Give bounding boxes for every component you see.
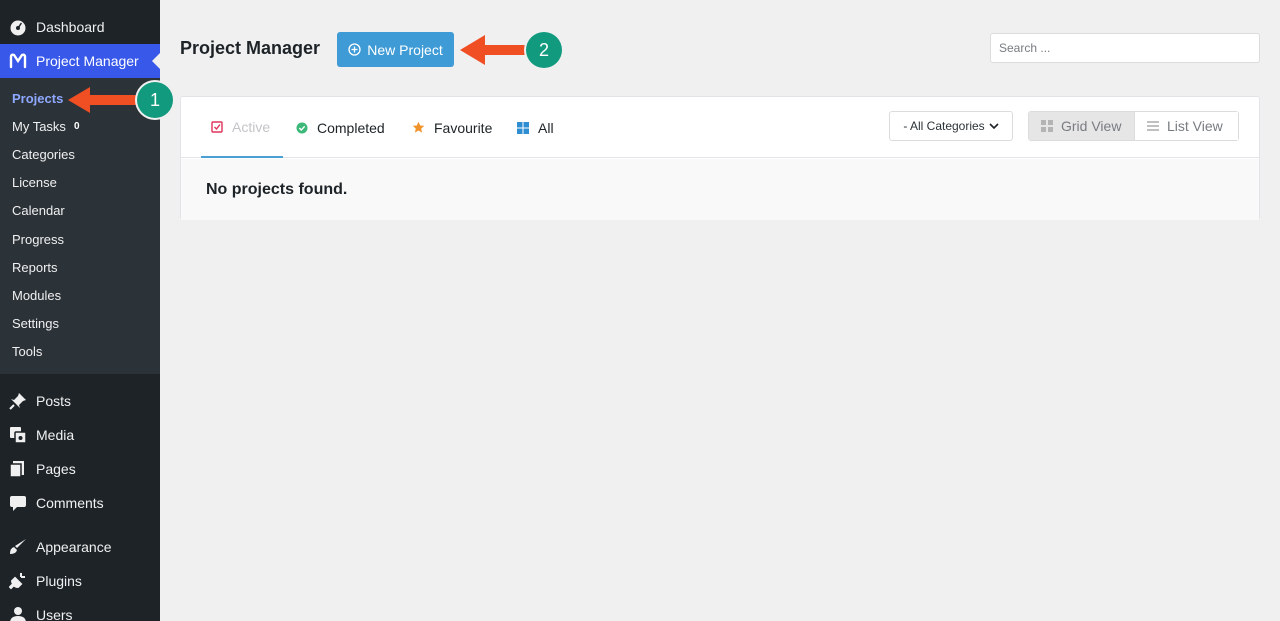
tab-favourite[interactable]: Favourite — [412, 97, 492, 158]
menu-posts[interactable]: Posts — [0, 384, 160, 418]
brush-icon — [8, 537, 28, 557]
category-select[interactable]: - All Categories — [889, 111, 1013, 141]
search-input[interactable] — [990, 33, 1260, 63]
comment-icon — [8, 493, 28, 513]
submenu-progress[interactable]: Progress — [0, 225, 160, 253]
view-toggle: Grid View List View — [1028, 111, 1239, 141]
list-view-label: List View — [1166, 118, 1223, 134]
submenu-my-tasks[interactable]: My Tasks 0 — [0, 112, 160, 140]
chevron-down-icon — [989, 122, 999, 130]
list-view-icon — [1146, 121, 1159, 131]
submenu-progress-label: Progress — [12, 231, 65, 247]
empty-state-message: No projects found. — [181, 159, 1259, 220]
menu-comments-label: Comments — [36, 494, 104, 511]
menu-comments[interactable]: Comments — [0, 486, 160, 520]
submenu-modules[interactable]: Modules — [0, 281, 160, 309]
menu-dashboard-label: Dashboard — [36, 19, 105, 35]
tab-completed[interactable]: Completed — [296, 97, 385, 158]
list-view-button[interactable]: List View — [1134, 112, 1238, 140]
submenu-license[interactable]: License — [0, 169, 160, 197]
grid-view-icon — [1041, 120, 1053, 132]
plus-circle-icon — [348, 43, 361, 56]
new-project-button[interactable]: New Project — [337, 32, 454, 67]
grid-view-label: Grid View — [1061, 118, 1122, 134]
menu-project-manager-label: Project Manager — [36, 53, 139, 69]
submenu-settings[interactable]: Settings — [0, 310, 160, 338]
filter-tabs: Active Completed Favourite All - All Cat… — [181, 97, 1259, 158]
annotation-arrow-2-icon — [460, 35, 532, 65]
grid-icon — [517, 121, 529, 134]
plug-icon — [8, 571, 28, 591]
menu-posts-label: Posts — [36, 392, 72, 409]
my-tasks-count-badge: 0 — [73, 120, 80, 132]
tab-all-label: All — [538, 119, 554, 136]
dashboard-icon — [8, 17, 28, 37]
submenu-settings-label: Settings — [12, 316, 59, 332]
tab-completed-label: Completed — [317, 119, 385, 136]
projects-panel: Active Completed Favourite All - All Cat… — [180, 96, 1260, 220]
tab-active[interactable]: Active — [201, 97, 283, 158]
menu-media-label: Media — [36, 426, 75, 443]
submenu-modules-label: Modules — [12, 287, 62, 303]
pages-icon — [8, 459, 28, 479]
annotation-badge-2: 2 — [526, 32, 562, 68]
menu-pages[interactable]: Pages — [0, 452, 160, 486]
new-project-label: New Project — [367, 41, 443, 58]
menu-appearance-label: Appearance — [36, 538, 112, 555]
tab-active-label: Active — [232, 118, 271, 135]
project-manager-icon — [8, 51, 28, 71]
project-manager-submenu: Projects My Tasks 0 Categories License Ca… — [0, 78, 160, 374]
submenu-reports-label: Reports — [12, 259, 58, 275]
tab-favourite-label: Favourite — [434, 119, 493, 136]
annotation-badge-1: 1 — [137, 82, 173, 118]
submenu-tools[interactable]: Tools — [0, 338, 160, 366]
menu-separator — [0, 374, 160, 384]
submenu-license-label: License — [12, 175, 57, 191]
menu-media[interactable]: Media — [0, 418, 160, 452]
submenu-calendar-label: Calendar — [12, 203, 65, 219]
check-circle-icon — [296, 122, 308, 134]
grid-view-button[interactable]: Grid View — [1029, 112, 1135, 140]
menu-appearance[interactable]: Appearance — [0, 530, 160, 564]
submenu-my-tasks-label: My Tasks — [12, 118, 66, 134]
menu-separator-2 — [0, 520, 160, 530]
menu-plugins-label: Plugins — [36, 572, 82, 589]
submenu-reports[interactable]: Reports — [0, 253, 160, 281]
user-icon — [8, 605, 28, 621]
submenu-tools-label: Tools — [12, 344, 43, 360]
tab-all[interactable]: All — [517, 97, 554, 158]
submenu-calendar[interactable]: Calendar — [0, 197, 160, 225]
page-title: Project Manager — [180, 38, 321, 58]
menu-project-manager[interactable]: Project Manager — [0, 44, 160, 78]
category-select-value: - All Categories — [903, 119, 985, 133]
checkbox-icon — [211, 120, 223, 133]
star-icon — [412, 121, 425, 134]
pin-icon — [8, 391, 28, 411]
menu-users[interactable]: Users — [0, 598, 160, 621]
menu-plugins[interactable]: Plugins — [0, 564, 160, 598]
submenu-categories-label: Categories — [12, 146, 75, 162]
menu-users-label: Users — [36, 606, 73, 621]
menu-dashboard[interactable]: Dashboard — [0, 10, 160, 44]
submenu-projects-label: Projects — [12, 90, 64, 106]
annotation-arrow-1-icon — [68, 87, 142, 113]
submenu-categories[interactable]: Categories — [0, 140, 160, 168]
menu-pages-label: Pages — [36, 460, 76, 477]
media-icon — [8, 425, 28, 445]
